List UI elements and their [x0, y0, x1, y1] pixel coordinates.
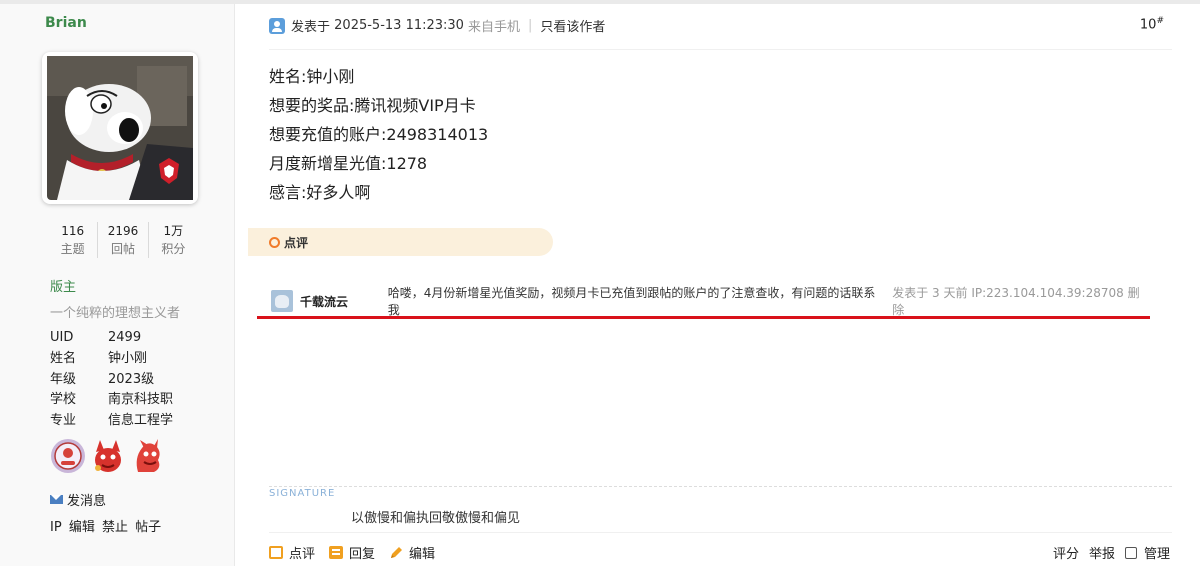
send-message-label: 发消息 — [67, 494, 107, 509]
username-link[interactable]: Brian — [45, 15, 87, 31]
user-role[interactable]: 版主 — [50, 276, 76, 295]
post-time: 2025-5-13 11:23:30 — [334, 18, 464, 33]
send-message-link[interactable]: 发消息 — [50, 490, 106, 509]
signature-title: SIGNATURE — [269, 488, 336, 499]
info-key: 姓名 — [50, 350, 77, 366]
edit-button-label: 编辑 — [409, 547, 436, 562]
floor-number[interactable]: 10# — [1140, 16, 1164, 32]
red-underline-annotation — [257, 316, 1150, 319]
comment-icon — [269, 546, 283, 559]
post-main: 发表于 2025-5-13 11:23:30 来自手机 | 只看该作者 10# … — [235, 4, 1200, 566]
posted-prefix: 发表于 — [291, 20, 331, 35]
footer-divider — [269, 532, 1172, 533]
only-author-link[interactable]: 只看该作者 — [540, 16, 605, 35]
user-stats: 116 主题 2196 回帖 1万 积分 — [48, 222, 198, 258]
dianping-comment: 千载流云 哈喽，4月份新增星光值奖励，视频月卡已充值到跟帖的账户的了注意查收，有… — [271, 286, 1151, 317]
commenter-name[interactable]: 千载流云 — [300, 293, 388, 310]
medal-red-dragon-icon[interactable] — [130, 438, 166, 474]
admin-edit-link[interactable]: 编辑 — [69, 520, 95, 535]
header-divider-line — [269, 49, 1172, 50]
medal-list — [50, 438, 166, 474]
stat-replies[interactable]: 2196 回帖 — [97, 222, 147, 258]
stat-points-value: 1万 — [163, 224, 184, 238]
post-right-actions: 评分 举报 管理 — [1043, 543, 1170, 562]
header-divider: | — [527, 18, 533, 33]
admin-ban-link[interactable]: 禁止 — [102, 520, 128, 535]
stat-points-label: 积分 — [161, 242, 186, 256]
reply-icon — [329, 546, 344, 559]
envelope-icon — [50, 495, 63, 504]
user-motto: 一个纯粹的理想主义者 — [50, 306, 181, 321]
post-line: 想要的奖品:腾讯视频VIP月卡 — [269, 96, 476, 115]
dianping-button-label: 点评 — [289, 547, 316, 562]
online-user-icon — [269, 17, 285, 34]
user-sidebar: Brian 116 主题 2196 回帖 1万 积分 版主 一个纯粹的理想主义者… — [0, 4, 235, 566]
admin-posts-link[interactable]: 帖子 — [135, 520, 161, 535]
comment-meta: 发表于 3 天前 IP:223.104.104.39:28708 删除 — [892, 286, 1140, 317]
medal-red-creature-icon[interactable] — [90, 438, 126, 474]
post-header: 发表于 2025-5-13 11:23:30 来自手机 | 只看该作者 — [269, 16, 605, 35]
dianping-title: 点评 — [284, 235, 309, 250]
stat-replies-value: 2196 — [107, 224, 139, 238]
info-row-uid: UID 2499 — [50, 328, 173, 349]
signature-divider — [269, 486, 1172, 487]
info-row-school: 学校 南京科技职 — [50, 390, 173, 411]
stat-threads-value: 116 — [61, 224, 85, 238]
avatar-image — [47, 56, 193, 200]
edit-button[interactable]: 编辑 — [389, 543, 435, 562]
info-key: UID — [50, 330, 74, 345]
manage-checkbox[interactable] — [1124, 546, 1137, 559]
user-profile-info: UID 2499 姓名 钟小刚 年级 2023级 学校 南京科技职 专业 信息工… — [50, 328, 173, 432]
info-value: 2023级 — [108, 371, 155, 387]
post-line: 想要充值的账户:2498314013 — [269, 125, 489, 144]
ring-icon — [269, 236, 280, 248]
info-row-grade: 年级 2023级 — [50, 370, 173, 391]
info-row-major: 专业 信息工程学 — [50, 411, 173, 432]
report-link[interactable]: 举报 — [1089, 543, 1115, 562]
stat-points[interactable]: 1万 积分 — [147, 222, 198, 258]
floor-suffix: # — [1156, 16, 1164, 26]
dianping-section-header: 点评 — [248, 228, 553, 256]
reply-button-label: 回复 — [349, 547, 376, 562]
info-value: 信息工程学 — [108, 413, 174, 429]
comment-text: 哈喽，4月份新增星光值奖励，视频月卡已充值到跟帖的账户的了注意查收，有问题的话联… — [387, 286, 876, 317]
post-line: 月度新增星光值:1278 — [269, 154, 428, 173]
admin-links: IP 编辑 禁止 帖子 — [50, 516, 164, 535]
info-key: 年级 — [50, 371, 77, 387]
post-actions: 点评 回复 编辑 — [269, 543, 449, 562]
manage-label[interactable]: 管理 — [1144, 543, 1170, 562]
info-key: 学校 — [50, 392, 77, 408]
avatar[interactable] — [42, 52, 198, 204]
info-row-name: 姓名 钟小刚 — [50, 349, 173, 370]
info-value: 南京科技职 — [108, 392, 174, 408]
post-line: 感言:好多人啊 — [269, 183, 371, 202]
admin-ip-link[interactable]: IP — [50, 520, 62, 535]
info-value[interactable]: 2499 — [108, 328, 141, 349]
stat-threads[interactable]: 116 主题 — [48, 222, 97, 258]
info-key: 专业 — [50, 413, 77, 429]
signature-text: 以傲慢和偏执回敬傲慢和偏见 — [351, 511, 521, 526]
post-line: 姓名:钟小刚 — [269, 67, 355, 86]
medal-badge-icon[interactable] — [50, 438, 86, 474]
info-value: 钟小刚 — [108, 350, 148, 366]
stat-threads-label: 主题 — [60, 242, 85, 256]
dianping-button[interactable]: 点评 — [269, 543, 315, 562]
reply-button[interactable]: 回复 — [329, 543, 375, 562]
stat-replies-label: 回帖 — [110, 242, 135, 256]
post-content: 姓名:钟小刚 想要的奖品:腾讯视频VIP月卡 想要充值的账户:249831401… — [269, 62, 488, 207]
rate-link[interactable]: 评分 — [1053, 543, 1079, 562]
commenter-avatar[interactable] — [271, 290, 293, 312]
pencil-icon — [391, 546, 403, 558]
post-device: 来自手机 — [467, 20, 520, 35]
floor-number-value: 10 — [1139, 17, 1157, 33]
